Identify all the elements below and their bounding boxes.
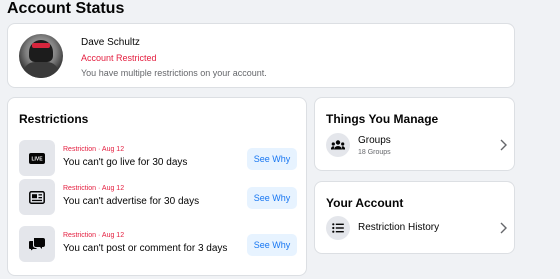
restriction-history-item[interactable]: Restriction History — [326, 216, 511, 242]
restriction-text: You can't go live for 30 days — [63, 157, 188, 168]
svg-text:LIVE: LIVE — [31, 156, 43, 162]
restriction-history-label: Restriction History — [358, 222, 440, 233]
see-why-button[interactable]: See Why — [247, 187, 297, 209]
account-status-description: You have multiple restrictions on your a… — [81, 68, 267, 78]
account-status-label: Account Restricted — [81, 53, 157, 63]
chevron-right-icon — [500, 222, 507, 234]
chevron-right-icon — [500, 139, 507, 151]
things-you-manage-title: Things You Manage — [326, 112, 439, 126]
groups-count: 18 Groups — [358, 149, 391, 156]
restriction-text: You can't post or comment for 3 days — [63, 243, 228, 254]
your-account-card: Your Account Restriction History — [314, 181, 515, 254]
groups-icon — [326, 133, 350, 157]
restriction-meta: Restriction · Aug 12 — [63, 232, 125, 239]
advertise-icon — [19, 179, 55, 215]
avatar[interactable] — [19, 34, 63, 78]
profile-card: Dave Schultz Account Restricted You have… — [7, 23, 515, 88]
restriction-item: Restriction · Aug 12 You can't post or c… — [19, 226, 304, 264]
see-why-button[interactable]: See Why — [247, 148, 297, 170]
groups-item[interactable]: Groups 18 Groups — [326, 133, 511, 159]
live-icon: LIVE — [19, 140, 55, 176]
profile-name[interactable]: Dave Schultz — [81, 37, 140, 48]
restrictions-title: Restrictions — [19, 112, 89, 126]
restriction-meta: Restriction · Aug 12 — [63, 146, 125, 153]
restrictions-card: Restrictions LIVE Restriction · Aug 12 Y… — [7, 97, 307, 276]
see-why-button[interactable]: See Why — [247, 234, 297, 256]
restriction-item: LIVE Restriction · Aug 12 You can't go l… — [19, 140, 304, 178]
comment-icon — [19, 226, 55, 262]
things-you-manage-card: Things You Manage Groups 18 Groups — [314, 97, 515, 171]
restriction-item: Restriction · Aug 12 You can't advertise… — [19, 179, 304, 217]
list-icon — [326, 216, 350, 240]
your-account-title: Your Account — [326, 196, 404, 210]
groups-label: Groups — [358, 135, 391, 146]
page-title: Account Status — [7, 0, 125, 17]
restriction-meta: Restriction · Aug 12 — [63, 185, 125, 192]
restriction-text: You can't advertise for 30 days — [63, 196, 200, 207]
